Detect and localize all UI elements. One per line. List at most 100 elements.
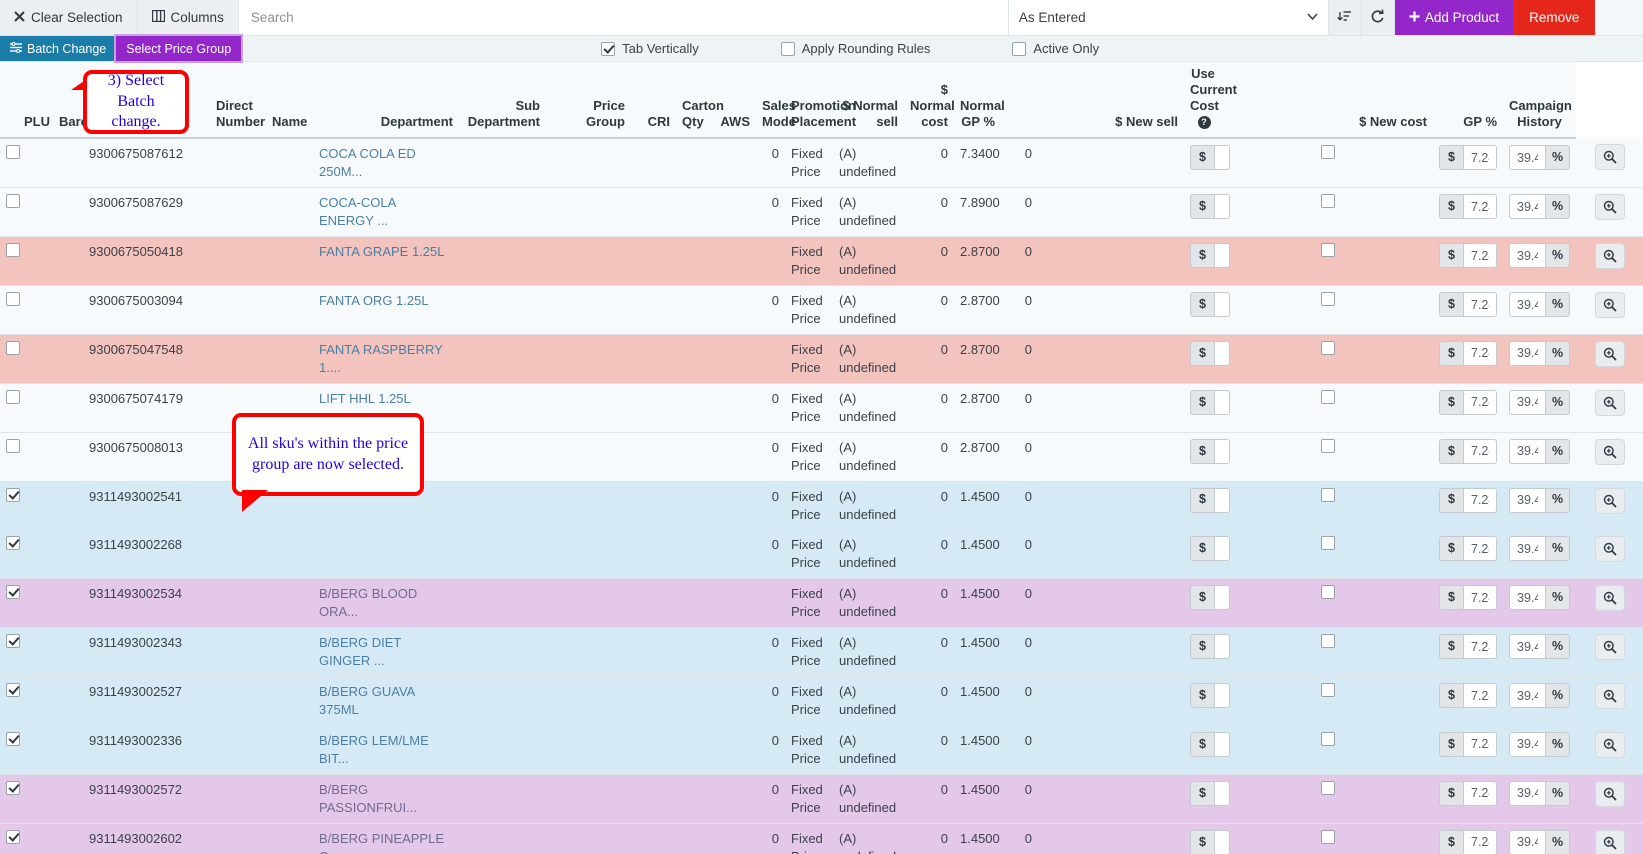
campaign-history-button[interactable] — [1594, 829, 1625, 854]
table-row[interactable]: 9300675003094 FANTA ORG 1.25L 0 Fixed Price (… — [0, 285, 1643, 335]
product-name-link[interactable]: COCA COLA ED 250M... — [319, 146, 416, 179]
header-plu[interactable]: PLU — [18, 62, 53, 140]
campaign-history-button[interactable] — [1594, 243, 1625, 270]
cell-campaign-history[interactable] — [1576, 236, 1643, 287]
cell-campaign-history[interactable] — [1576, 529, 1643, 580]
table-row[interactable]: 9311493002268 0 Fixed Price (A) undefined 0 1.4… — [0, 529, 1643, 580]
header-sales-mode[interactable]: Sales Mode — [756, 62, 796, 140]
new-cost-input[interactable] — [1463, 634, 1497, 660]
use-current-cost-checkbox[interactable] — [1320, 340, 1335, 355]
product-name-link[interactable]: B/BERG LEM/LME BIT... — [319, 733, 429, 766]
cell-use-current-cost[interactable] — [1222, 481, 1433, 531]
cell-use-current-cost[interactable] — [1222, 676, 1433, 726]
use-current-cost-checkbox[interactable] — [1320, 292, 1335, 307]
row-select-checkbox[interactable] — [6, 487, 20, 502]
new-sell-input[interactable] — [1214, 487, 1230, 513]
row-select-checkbox[interactable] — [6, 731, 20, 746]
header-normal-cost[interactable]: $ Normal cost — [904, 62, 955, 140]
new-sell-input[interactable] — [1214, 292, 1230, 318]
new-sell-input[interactable] — [1214, 536, 1230, 562]
row-select-cell[interactable] — [0, 676, 20, 726]
cell-use-current-cost[interactable] — [1222, 774, 1433, 824]
new-sell-input[interactable] — [1214, 780, 1230, 806]
row-select-cell[interactable] — [0, 285, 20, 335]
row-select-cell[interactable] — [0, 774, 20, 824]
table-row[interactable]: 9300675087612 COCA COLA ED 250M... 0 Fixed P… — [0, 138, 1643, 189]
row-select-cell[interactable] — [0, 823, 20, 854]
new-cost-input[interactable] — [1463, 683, 1497, 709]
gp-pct-input[interactable] — [1509, 243, 1546, 269]
campaign-history-button[interactable] — [1594, 487, 1625, 514]
row-select-checkbox[interactable] — [6, 683, 20, 698]
table-row[interactable]: 9311493002602 B/BERG PINEAPPLE C... 0 Fixed… — [0, 823, 1643, 854]
use-current-cost-checkbox[interactable] — [1320, 243, 1335, 258]
row-select-checkbox[interactable] — [6, 389, 20, 404]
new-sell-input[interactable] — [1214, 438, 1230, 464]
new-cost-input[interactable] — [1463, 780, 1497, 806]
header-normal-gp[interactable]: Normal GP % — [954, 62, 1005, 140]
product-name-link[interactable]: B/BERG GUAVA 375ML — [319, 684, 415, 717]
campaign-history-button[interactable] — [1594, 340, 1625, 367]
use-current-cost-checkbox[interactable] — [1320, 389, 1335, 404]
new-cost-input[interactable] — [1463, 585, 1497, 611]
campaign-history-button[interactable] — [1594, 292, 1625, 319]
row-select-cell[interactable] — [0, 138, 20, 189]
cell-use-current-cost[interactable] — [1222, 236, 1433, 287]
cell-use-current-cost[interactable] — [1222, 432, 1433, 482]
product-name-link[interactable]: B/BERG BLOOD ORA... — [319, 586, 417, 619]
tab-vertically-checkbox[interactable] — [601, 41, 616, 56]
select-price-group-button[interactable]: Select Price Group — [116, 36, 242, 61]
header-sub-department[interactable]: Sub Department — [459, 62, 546, 140]
product-name-link[interactable]: FANTA ORG 1.25L — [319, 293, 429, 308]
product-name-link[interactable]: FANTA GRAPE 1.25L — [319, 244, 444, 259]
table-row[interactable]: 9311493002527 B/BERG GUAVA 375ML 0 Fixed Pri… — [0, 676, 1643, 726]
gp-pct-input[interactable] — [1509, 487, 1546, 513]
row-select-checkbox[interactable] — [6, 780, 20, 795]
table-row[interactable]: 9300675087629 COCA-COLA ENERGY ... 0 Fixed P… — [0, 187, 1643, 238]
campaign-history-button[interactable] — [1594, 438, 1625, 465]
new-cost-input[interactable] — [1463, 389, 1497, 415]
sort-order-select[interactable]: As Entered — [1008, 0, 1329, 35]
row-select-cell[interactable] — [0, 578, 20, 629]
header-new-cost[interactable]: $ New cost — [1222, 62, 1433, 140]
cell-use-current-cost[interactable] — [1222, 823, 1433, 854]
gp-pct-input[interactable] — [1509, 585, 1546, 611]
use-current-cost-checkbox[interactable] — [1320, 780, 1335, 795]
apply-rounding-toggle[interactable]: Apply Rounding Rules — [780, 41, 930, 56]
campaign-history-button[interactable] — [1594, 780, 1625, 807]
use-current-cost-checkbox[interactable] — [1320, 731, 1335, 746]
cell-campaign-history[interactable] — [1576, 627, 1643, 678]
active-only-checkbox[interactable] — [1012, 41, 1027, 56]
cell-campaign-history[interactable] — [1576, 432, 1643, 482]
search-input[interactable] — [248, 9, 998, 26]
table-row[interactable]: 9311493002343 B/BERG DIET GINGER ... 0 Fixe… — [0, 627, 1643, 678]
product-name-link[interactable]: B/BERG DIET GINGER ... — [319, 635, 401, 668]
use-current-cost-checkbox[interactable] — [1320, 585, 1335, 600]
cell-use-current-cost[interactable] — [1222, 578, 1433, 629]
clear-selection-button[interactable]: Clear Selection — [0, 0, 138, 35]
table-row[interactable]: 9300675047548 FANTA RASPBERRY 1.... Fixed P… — [0, 334, 1643, 384]
new-sell-input[interactable] — [1214, 340, 1230, 366]
campaign-history-button[interactable] — [1594, 585, 1625, 612]
new-sell-input[interactable] — [1214, 731, 1230, 757]
new-sell-input[interactable] — [1214, 389, 1230, 415]
gp-pct-input[interactable] — [1509, 536, 1546, 562]
gp-pct-input[interactable] — [1509, 389, 1546, 415]
product-name-link[interactable]: LIFT HHL 1.25L — [319, 391, 411, 406]
table-row[interactable]: 9311493002336 B/BERG LEM/LME BIT... 0 Fixed… — [0, 725, 1643, 775]
cell-campaign-history[interactable] — [1576, 676, 1643, 726]
row-select-checkbox[interactable] — [6, 536, 20, 551]
row-select-cell[interactable] — [0, 187, 20, 238]
row-select-cell[interactable] — [0, 725, 20, 775]
active-only-toggle[interactable]: Active Only — [1012, 41, 1099, 56]
header-use-current-cost[interactable]: Use Current Cost? — [1184, 62, 1237, 140]
cell-use-current-cost[interactable] — [1222, 627, 1433, 678]
new-sell-input[interactable] — [1214, 683, 1230, 709]
use-current-cost-checkbox[interactable] — [1320, 145, 1335, 160]
campaign-history-button[interactable] — [1594, 634, 1625, 661]
gp-pct-input[interactable] — [1509, 829, 1546, 854]
row-select-checkbox[interactable] — [6, 585, 20, 600]
use-current-cost-checkbox[interactable] — [1320, 829, 1335, 844]
header-carton-qty[interactable]: Carton Qty — [676, 62, 724, 140]
new-cost-input[interactable] — [1463, 145, 1497, 171]
